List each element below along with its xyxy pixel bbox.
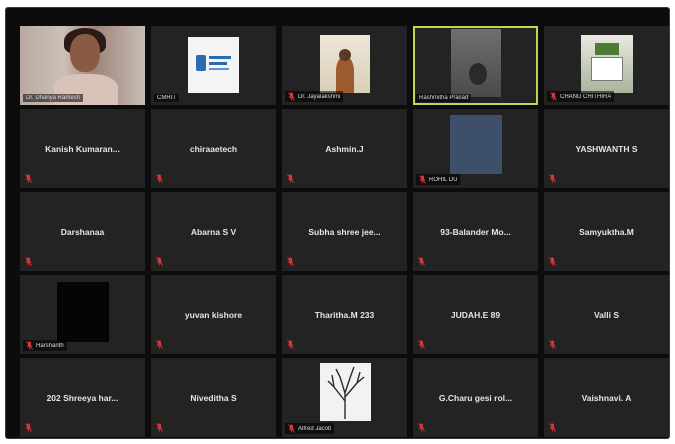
participant-name: chiraaetech	[189, 143, 238, 154]
participant-video-feed	[320, 35, 370, 93]
college-logo	[188, 37, 239, 93]
tree-icon	[327, 366, 365, 419]
participant-tile[interactable]: chiraaetech	[151, 109, 276, 188]
mic-muted-icon	[156, 340, 163, 349]
participant-tile[interactable]: Vaishnavi. A	[544, 358, 669, 437]
participant-tile[interactable]: Samyuktha.M	[544, 192, 669, 271]
participant-name: Tharitha.M 233	[314, 309, 375, 320]
participant-name-label: Harshanth	[23, 340, 67, 351]
participant-name: Vaishnavi. A	[581, 392, 632, 403]
participant-tile[interactable]: CMRIT	[151, 26, 276, 105]
mic-muted-icon	[549, 423, 556, 432]
participant-name-label: ROHIL DU	[416, 174, 461, 185]
mic-muted-icon	[418, 257, 425, 266]
mic-muted-icon	[418, 340, 425, 349]
participant-tile[interactable]: yuvan kishore	[151, 275, 276, 354]
mic-muted-icon	[156, 257, 163, 266]
mic-muted-icon	[25, 257, 32, 266]
zoom-gallery-window: Dr. Dhanya Ramesh CMRIT Dr. Jayalakshmi Ras…	[6, 8, 669, 438]
participant-name: Subha shree jee...	[308, 226, 381, 237]
participant-tile[interactable]: Subha shree jee...	[282, 192, 407, 271]
mic-muted-icon	[287, 174, 294, 183]
participant-name: Alfred Jacob	[298, 425, 332, 432]
participant-name: JUDAH.E 89	[450, 309, 501, 320]
participant-name: Valli S	[593, 309, 620, 320]
mic-muted-icon	[156, 423, 163, 432]
participant-tile[interactable]: Dr. Jayalakshmi	[282, 26, 407, 105]
participant-tile[interactable]: 202 Shreeya har...	[20, 358, 145, 437]
mic-muted-icon	[156, 174, 163, 183]
participant-name: CMRIT	[157, 95, 176, 101]
mic-muted-icon	[26, 341, 33, 350]
participant-name: Rashmitha Prasad	[419, 95, 469, 101]
participant-name: Niveditha S	[190, 392, 237, 403]
participant-tile[interactable]: Tharitha.M 233	[282, 275, 407, 354]
mic-muted-icon	[287, 340, 294, 349]
mic-muted-icon	[418, 423, 425, 432]
participant-tile[interactable]: CHAND CHITHIRA	[544, 26, 669, 105]
participant-name: Kanish Kumaran...	[45, 143, 120, 154]
participant-name-label: Dr. Jayalakshmi	[285, 91, 344, 102]
participant-tile[interactable]: Dr. Dhanya Ramesh	[20, 26, 145, 105]
participant-name-label: Rashmitha Prasad	[416, 94, 472, 102]
participant-tile[interactable]: Valli S	[544, 275, 669, 354]
participant-name: Dr. Jayalakshmi	[298, 93, 341, 100]
participant-name: yuvan kishore	[184, 309, 243, 320]
mic-muted-icon	[25, 423, 32, 432]
participant-name: Harshanth	[36, 342, 64, 349]
participant-tile[interactable]: YASHWANTH S	[544, 109, 669, 188]
mic-muted-icon	[549, 174, 556, 183]
participant-tile[interactable]: Rashmitha Prasad	[413, 26, 538, 105]
participant-name: Ashmin.J	[325, 143, 364, 154]
participant-tile[interactable]: Niveditha S	[151, 358, 276, 437]
participant-name-label: Dr. Dhanya Ramesh	[23, 94, 84, 102]
participant-tile[interactable]: JUDAH.E 89	[413, 275, 538, 354]
participant-video-feed	[451, 29, 501, 97]
participant-name: Samyuktha.M	[579, 226, 634, 237]
participant-name: 93-Balander Mo...	[440, 226, 511, 237]
participant-profile-picture	[450, 115, 502, 174]
participant-profile-picture	[581, 35, 633, 93]
participant-tile[interactable]: Ashmin.J	[282, 109, 407, 188]
participant-name: Abarna S V	[190, 226, 237, 237]
participant-tile[interactable]: Darshanaa	[20, 192, 145, 271]
mic-muted-icon	[419, 175, 426, 184]
participant-profile-picture	[57, 282, 109, 342]
participant-tile[interactable]: 93-Balander Mo...	[413, 192, 538, 271]
participant-name: Dr. Dhanya Ramesh	[26, 95, 81, 101]
mic-muted-icon	[25, 174, 32, 183]
participant-name-label: Alfred Jacob	[285, 423, 335, 434]
participant-name: CHAND CHITHIRA	[560, 93, 612, 100]
participant-name: Darshanaa	[60, 226, 105, 237]
participant-name: YASHWANTH S	[575, 143, 638, 154]
participant-tile[interactable]: Alfred Jacob	[282, 358, 407, 437]
mic-muted-icon	[549, 340, 556, 349]
participant-tile[interactable]: Kanish Kumaran...	[20, 109, 145, 188]
participant-name-label: CMRIT	[154, 94, 179, 102]
participant-name-label: CHAND CHITHIRA	[547, 91, 615, 102]
participant-tile[interactable]: G.Charu gesi rol...	[413, 358, 538, 437]
participant-name: G.Charu gesi rol...	[438, 392, 513, 403]
participant-tile[interactable]: ROHIL DU	[413, 109, 538, 188]
participant-name: ROHIL DU	[429, 176, 458, 183]
mic-muted-icon	[549, 257, 556, 266]
mic-muted-icon	[288, 92, 295, 101]
tree-profile-picture	[320, 363, 371, 421]
mic-muted-icon	[288, 424, 295, 433]
participant-tile[interactable]: Abarna S V	[151, 192, 276, 271]
mic-muted-icon	[550, 92, 557, 101]
participant-tile[interactable]: Harshanth	[20, 275, 145, 354]
participant-grid: Dr. Dhanya Ramesh CMRIT Dr. Jayalakshmi Ras…	[20, 26, 669, 437]
mic-muted-icon	[287, 257, 294, 266]
participant-name: 202 Shreeya har...	[46, 392, 119, 403]
